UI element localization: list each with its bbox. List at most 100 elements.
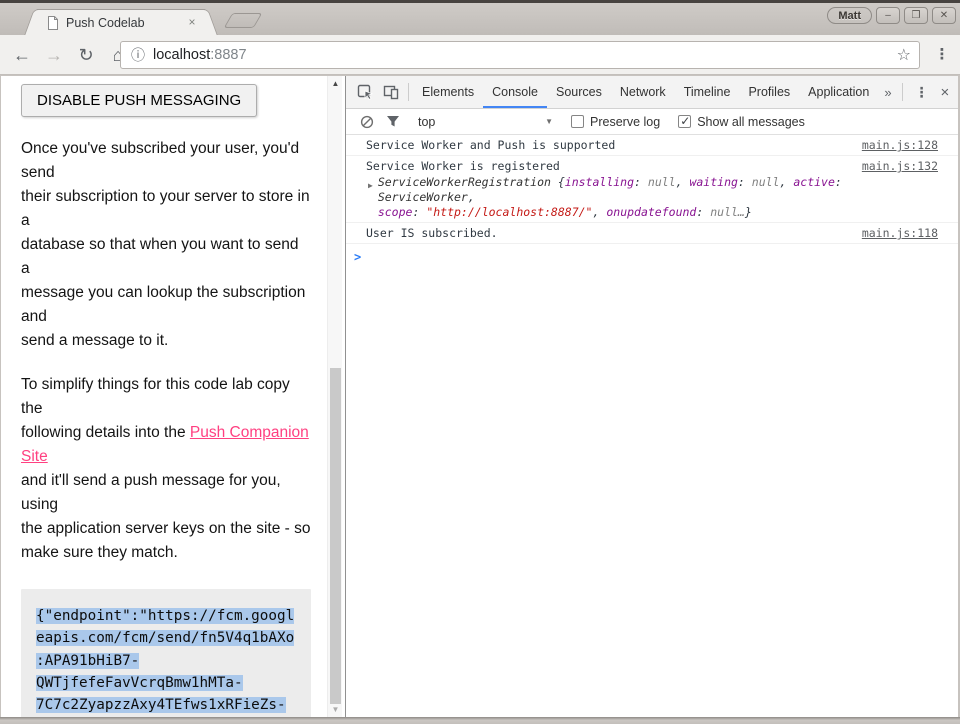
paragraph-subscription: Once you've subscribed your user, you'd … <box>21 137 311 353</box>
devtools-tab-sources[interactable]: Sources <box>547 76 611 108</box>
devtools-tab-timeline[interactable]: Timeline <box>675 76 740 108</box>
token-obj: ServiceWorker <box>378 190 468 204</box>
devtools-menu-icon[interactable]: ⋮ <box>907 84 937 101</box>
bookmark-star-icon[interactable]: ☆ <box>897 45 911 65</box>
scrollbar-thumb[interactable] <box>330 368 341 704</box>
token-key: installing <box>565 175 634 189</box>
disable-push-button[interactable]: DISABLE PUSH MESSAGING <box>21 84 257 117</box>
chevron-down-icon: ▼ <box>545 117 553 126</box>
console-message-text: Service Worker and Push is supported <box>366 138 850 153</box>
devtools-panel: ElementsConsoleSourcesNetworkTimelinePro… <box>345 76 958 717</box>
url-host: localhost <box>153 47 210 63</box>
console-message: Service Worker and Push is supported main… <box>346 135 958 156</box>
url-port: :8887 <box>210 47 246 63</box>
code-line: :APA91bHiB7- <box>36 653 139 669</box>
console-message: Service Worker is registeredmain.js:132▶… <box>346 156 958 223</box>
show-all-messages-toggle[interactable]: Show all messages <box>678 115 805 129</box>
close-button[interactable]: ✕ <box>932 7 956 24</box>
prompt-chevron-icon: > <box>354 250 361 264</box>
token-key: active <box>793 175 835 189</box>
token-str: "http://localhost:8887/" <box>426 205 592 219</box>
page-scrollbar[interactable]: ▲ ▼ <box>327 76 342 717</box>
page-content: DISABLE PUSH MESSAGING Once you've subsc… <box>1 76 327 717</box>
page-info-icon[interactable]: ⓘ <box>131 45 145 65</box>
new-tab-button[interactable] <box>224 13 263 28</box>
code-block-pre[interactable]: {"endpoint":"https://fcm.googl eapis.com… <box>36 605 296 717</box>
back-icon[interactable]: ← <box>10 43 34 67</box>
url-text: localhost:8887 <box>153 47 247 63</box>
window-bottom-border <box>0 717 960 724</box>
paragraph-companion: To simplify things for this code lab cop… <box>21 373 311 565</box>
filter-icon[interactable] <box>380 110 406 134</box>
context-label: top <box>418 115 435 129</box>
tab-title: Push Codelab <box>66 16 185 30</box>
inspect-element-icon[interactable] <box>352 80 378 104</box>
token-key: scope <box>378 205 413 219</box>
show-all-messages-checkbox[interactable] <box>678 115 691 128</box>
tab-close-icon[interactable]: × <box>185 16 199 30</box>
reload-icon[interactable]: ↻ <box>74 43 98 67</box>
code-line: {"endpoint":"https://fcm.googl <box>36 608 294 624</box>
object-preview[interactable]: ▶ServiceWorkerRegistration {installing: … <box>366 175 938 220</box>
title-bar: Matt – ❒ ✕ Push Codelab × <box>0 0 960 35</box>
forward-icon: → <box>42 43 66 67</box>
code-line: eapis.com/fcm/send/fn5V4q1bAXo <box>36 630 294 646</box>
devtools-close-icon[interactable]: × <box>937 84 958 101</box>
profile-button[interactable]: Matt <box>827 7 872 24</box>
subscription-code-block: {"endpoint":"https://fcm.googl eapis.com… <box>21 589 311 717</box>
token-plain: , <box>676 175 690 189</box>
token-null: null <box>752 175 780 189</box>
address-bar[interactable]: ⓘ localhost:8887 ☆ <box>120 41 920 69</box>
console-message-text: User IS subscribed. <box>366 226 850 241</box>
preserve-log-toggle[interactable]: Preserve log <box>571 115 660 129</box>
devtools-tab-elements[interactable]: Elements <box>413 76 483 108</box>
minimize-button[interactable]: – <box>876 7 900 24</box>
devtools-tabbar-right: » ⋮ × <box>878 83 957 101</box>
paragraph-companion-after: and it'll send a push message for you, u… <box>21 472 310 561</box>
browser-tab[interactable]: Push Codelab × <box>37 9 205 35</box>
execution-context-selector[interactable]: top ▼ <box>418 115 553 129</box>
token-plain: , <box>468 190 475 204</box>
devtools-tabs: ElementsConsoleSourcesNetworkTimelinePro… <box>413 76 878 108</box>
token-plain: } <box>745 205 752 219</box>
web-page-pane: DISABLE PUSH MESSAGING Once you've subsc… <box>1 76 345 717</box>
toolbar-divider <box>902 83 903 101</box>
console-toolbar: top ▼ Preserve log Show all messages <box>346 109 958 135</box>
console-source-link[interactable]: main.js:132 <box>862 159 938 174</box>
token-obj: ServiceWorkerRegistration <box>378 175 558 189</box>
console-log: Service Worker and Push is supported main… <box>346 135 958 717</box>
console-source-link[interactable]: main.js:128 <box>862 138 938 153</box>
token-plain: : <box>696 205 710 219</box>
show-all-messages-label: Show all messages <box>697 115 805 129</box>
device-toolbar-icon[interactable] <box>378 80 404 104</box>
navigation-toolbar: ← → ↻ ⌂ ⓘ localhost:8887 ☆ ⋮ <box>0 35 960 75</box>
token-plain: : <box>412 205 426 219</box>
toolbar-divider <box>408 83 409 101</box>
token-null: null… <box>710 205 745 219</box>
token-key: onupdatefound <box>606 205 696 219</box>
page-favicon-icon <box>47 16 59 30</box>
code-line: 7C7c2ZyapzzAxy4TEfws1xRFieZs- <box>36 697 286 713</box>
more-tabs-icon[interactable]: » <box>878 85 897 100</box>
window-controls: Matt – ❒ ✕ <box>827 7 956 24</box>
console-prompt[interactable]: > <box>346 244 958 264</box>
scroll-down-icon[interactable]: ▼ <box>328 702 343 717</box>
maximize-button[interactable]: ❒ <box>904 7 928 24</box>
console-source-link[interactable]: main.js:118 <box>862 226 938 241</box>
code-line: QWTjfefeFavVcrqBmw1hMTa- <box>36 675 243 691</box>
console-message-text: Service Worker is registered <box>366 159 850 174</box>
devtools-tab-console[interactable]: Console <box>483 76 547 108</box>
clear-console-icon[interactable] <box>354 110 380 134</box>
devtools-tab-profiles[interactable]: Profiles <box>739 76 799 108</box>
scroll-up-icon[interactable]: ▲ <box>328 76 343 91</box>
devtools-tab-application[interactable]: Application <box>799 76 878 108</box>
token-plain: { <box>558 175 565 189</box>
token-plain: : <box>738 175 752 189</box>
preserve-log-checkbox[interactable] <box>571 115 584 128</box>
expand-arrow-icon[interactable]: ▶ <box>366 175 378 220</box>
chrome-menu-icon[interactable]: ⋮ <box>930 43 954 67</box>
token-plain: : <box>835 175 842 189</box>
devtools-tab-network[interactable]: Network <box>611 76 675 108</box>
token-null: null <box>648 175 676 189</box>
devtools-tabbar: ElementsConsoleSourcesNetworkTimelinePro… <box>346 76 958 109</box>
